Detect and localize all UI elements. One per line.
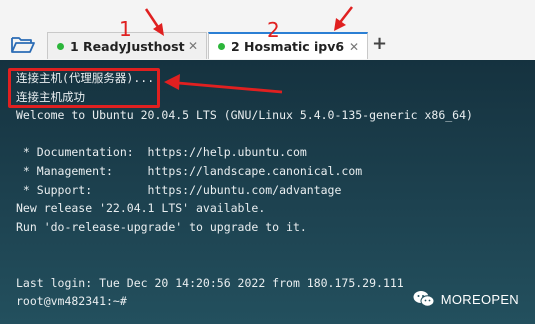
terminal-line: Welcome to Ubuntu 20.04.5 LTS (GNU/Linux… [16,108,473,123]
annotation-arrow-icon [334,6,353,31]
terminal-pane[interactable]: 连接主机(代理服务器)... 连接主机成功 Welcome to Ubuntu … [0,60,535,324]
status-dot [57,42,64,50]
watermark: MOREOPEN [413,290,519,308]
status-dot [218,43,225,50]
annotation-number-1: 1 [119,17,132,41]
terminal-line: New release '22.04.1 LTS' available. [16,201,266,216]
wechat-icon [413,291,435,307]
folder-open-icon[interactable] [10,34,36,56]
terminal-prompt[interactable]: root@vm482341:~# [16,292,473,311]
terminal-line: * Documentation: https://help.ubuntu.com [16,145,307,160]
tab-hosmatic-ipv6[interactable]: 2 Hosmatic ipv6 ✕ [208,32,368,59]
annotation-arrow-icon [164,74,283,94]
close-icon[interactable]: ✕ [349,40,359,54]
terminal-line: * Support: https://ubuntu.com/advantage [16,182,342,197]
annotation-number-2: 2 [267,18,280,42]
annotation-highlight-box [8,68,160,108]
watermark-text: MOREOPEN [440,291,519,307]
terminal-line: Run 'do-release-upgrade' to upgrade to i… [16,219,307,234]
annotation-arrow-icon [144,8,164,36]
close-icon[interactable]: ✕ [188,39,198,53]
tab-bar: 1 ReadyJusthost ✕ 2 Hosmatic ipv6 ✕ + 1 … [0,0,535,60]
tab-label: 2 Hosmatic ipv6 [231,39,345,54]
terminal-line: * Management: https://landscape.canonica… [16,163,363,178]
terminal-line: Last login: Tue Dec 20 14:20:56 2022 fro… [16,275,404,290]
add-tab-button[interactable]: + [372,33,387,54]
